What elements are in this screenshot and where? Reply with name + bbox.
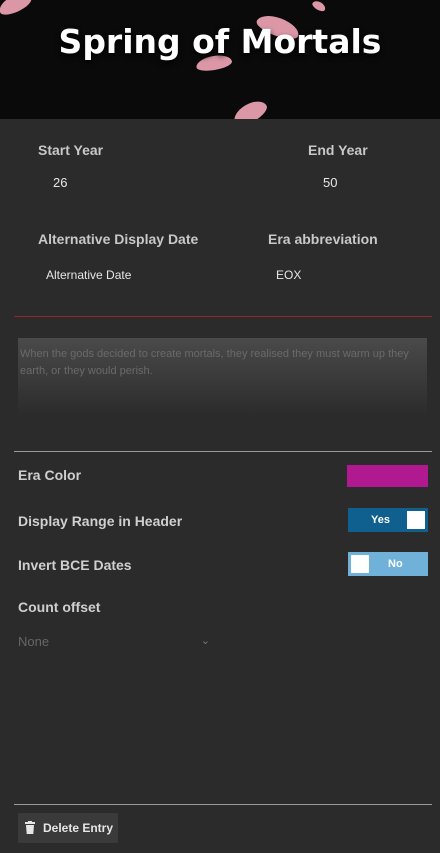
section-divider: [14, 316, 432, 317]
end-year-input[interactable]: 50: [323, 175, 337, 190]
display-range-toggle[interactable]: Yes: [348, 508, 428, 532]
settings-divider: [14, 451, 432, 452]
chevron-down-icon: ⌄: [200, 635, 210, 647]
start-year-input[interactable]: 26: [53, 175, 67, 190]
start-year-label: Start Year: [38, 142, 104, 158]
delete-entry-label: Delete Entry: [43, 821, 114, 835]
count-offset-select[interactable]: None ⌄: [18, 634, 210, 652]
petal-decoration: [229, 96, 271, 119]
description-textarea[interactable]: When the gods decided to create mortals,…: [18, 338, 427, 416]
invert-bce-toggle-text: No: [388, 558, 403, 570]
toggle-knob: [351, 555, 369, 573]
toggle-knob: [407, 511, 425, 529]
era-color-label: Era Color: [18, 467, 82, 483]
invert-bce-label: Invert BCE Dates: [18, 557, 132, 573]
trash-icon: [25, 821, 35, 834]
era-header-banner: Spring of Mortals: [0, 0, 440, 119]
era-color-swatch[interactable]: [347, 465, 428, 487]
count-offset-label: Count offset: [18, 599, 101, 615]
page-title: Spring of Mortals: [58, 22, 382, 61]
era-abbreviation-input[interactable]: EOX: [276, 268, 301, 282]
count-offset-value: None: [18, 634, 50, 649]
petal-decoration: [0, 0, 34, 19]
footer-divider: [14, 804, 432, 805]
invert-bce-toggle[interactable]: No: [348, 552, 428, 576]
end-year-label: End Year: [308, 142, 368, 158]
alt-display-date-label: Alternative Display Date: [38, 231, 199, 247]
era-abbreviation-label: Era abbreviation: [268, 231, 378, 247]
petal-decoration: [310, 0, 328, 13]
delete-entry-button[interactable]: Delete Entry: [18, 813, 118, 843]
alt-display-date-input[interactable]: Alternative Date: [46, 268, 131, 282]
display-range-label: Display Range in Header: [18, 513, 183, 529]
display-range-toggle-text: Yes: [371, 514, 390, 526]
